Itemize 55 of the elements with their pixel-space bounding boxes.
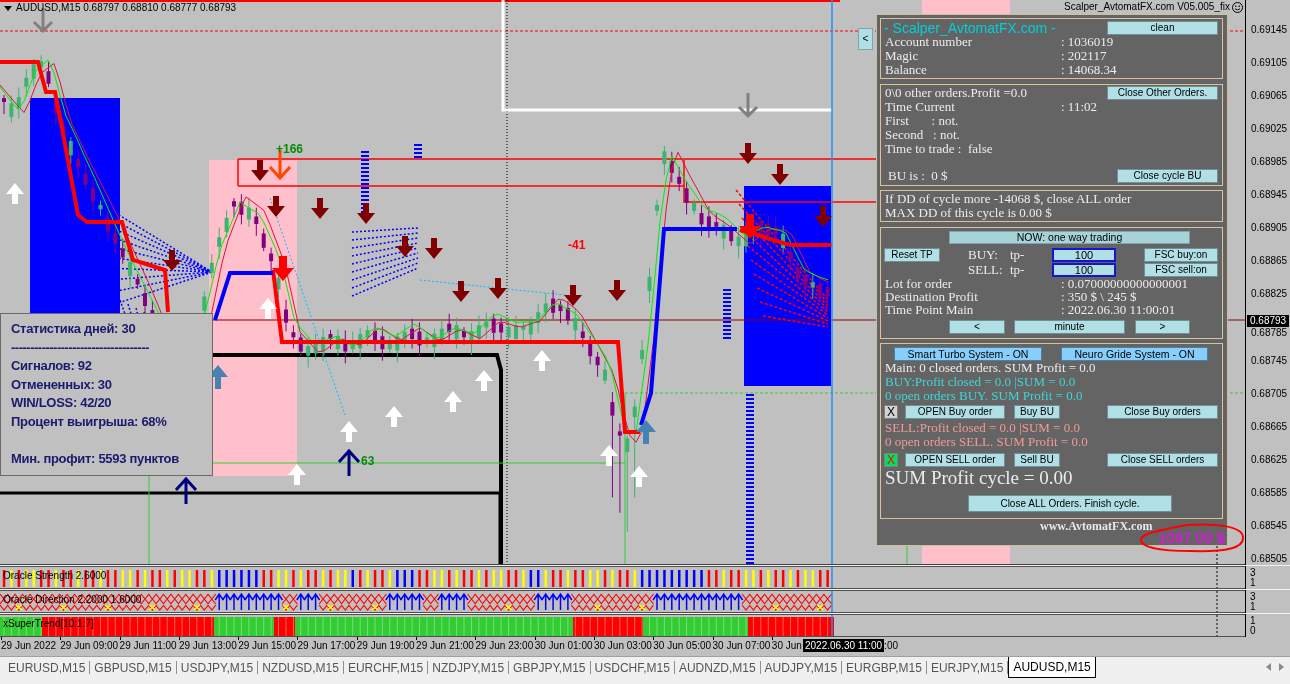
time-label: 29 Jun 13:00 (178, 640, 237, 652)
time-label: 30 Jun 03:00 (593, 640, 652, 652)
crosshair-time-label: 2022.06.30 11:00 (803, 639, 885, 652)
time-label: 29 Jun 09:00 (60, 640, 119, 652)
symbol-tab[interactable]: NZDUSD,M15 (258, 657, 343, 678)
time-label: 29 Jun 19:00 (356, 640, 415, 652)
price-label: 0.68745 (1251, 355, 1288, 367)
caret-right-icon[interactable] (1279, 663, 1284, 671)
symbol-tab[interactable]: GBPUSD,M15 (90, 657, 176, 678)
time-label: 29 Jun 11:00 (119, 640, 177, 652)
time-label: 30 Jun 05:00 (653, 640, 712, 652)
symbol-tab[interactable]: AUDUSD,M15 (1008, 657, 1096, 678)
time-label: 30 Jun 07:00 (712, 640, 771, 652)
symbol-tab[interactable]: EURJPY,M15 (926, 657, 1008, 678)
time-label: 29 Jun 15:00 (238, 640, 296, 652)
time-label: 29 Jun 17:00 (297, 640, 356, 652)
price-label: 0.69105 (1251, 57, 1288, 69)
scale-label: 1 (1250, 601, 1256, 612)
price-label: 0.69065 (1251, 90, 1288, 102)
symbol-tab[interactable]: AUDJPY,M15 (760, 657, 842, 678)
price-label: 0.68865 (1251, 255, 1288, 267)
price-label: 0.68585 (1251, 487, 1288, 499)
price-label: 0.68785 (1251, 327, 1288, 339)
symbol-tab[interactable]: AUDNZD,M15 (674, 657, 760, 678)
price-label: 0.68625 (1251, 454, 1288, 466)
time-label: :00 (884, 639, 898, 652)
symbol-tab[interactable]: EURCHF,M15 (343, 657, 428, 678)
price-label: 0.68665 (1251, 421, 1288, 433)
price-label: 0.68905 (1251, 222, 1288, 234)
current-price-label: 0.68793 (1247, 315, 1290, 327)
scale-label: 1 (1250, 577, 1256, 588)
price-label: 0.68945 (1251, 189, 1288, 201)
time-label: 29 Jun 2022 (1, 640, 57, 652)
time-label: 30 Jun (771, 640, 802, 652)
time-label: 30 Jun 01:00 (534, 640, 593, 652)
price-label: 0.69145 (1251, 24, 1288, 36)
symbol-tab[interactable]: NZDJPY,M15 (428, 657, 509, 678)
symbol-tab[interactable]: USDJPY,M15 (176, 657, 258, 678)
price-label: 0.68505 (1251, 553, 1288, 565)
price-label: 0.68985 (1251, 156, 1288, 168)
caret-left-icon[interactable] (1266, 663, 1271, 671)
scale-label: 3 (1250, 567, 1256, 578)
symbol-tab[interactable]: USDCHF,M15 (590, 657, 674, 678)
price-label: 0.68825 (1251, 288, 1288, 300)
scale-label: 3 (1250, 591, 1256, 602)
price-label: 0.69025 (1251, 123, 1288, 135)
scale-label: 0 (1250, 625, 1256, 636)
symbol-tab[interactable]: GBPJPY,M15 (509, 657, 590, 678)
scale-label: 1 (1250, 615, 1256, 626)
time-label: 29 Jun 23:00 (475, 640, 534, 652)
price-label: 0.68545 (1251, 520, 1288, 532)
price-label: 0.68705 (1251, 388, 1288, 400)
time-label: 29 Jun 21:00 (416, 640, 474, 652)
symbol-tab[interactable]: EURUSD,M15 (4, 657, 90, 678)
symbol-tab[interactable]: EURGBP,M15 (842, 657, 926, 678)
